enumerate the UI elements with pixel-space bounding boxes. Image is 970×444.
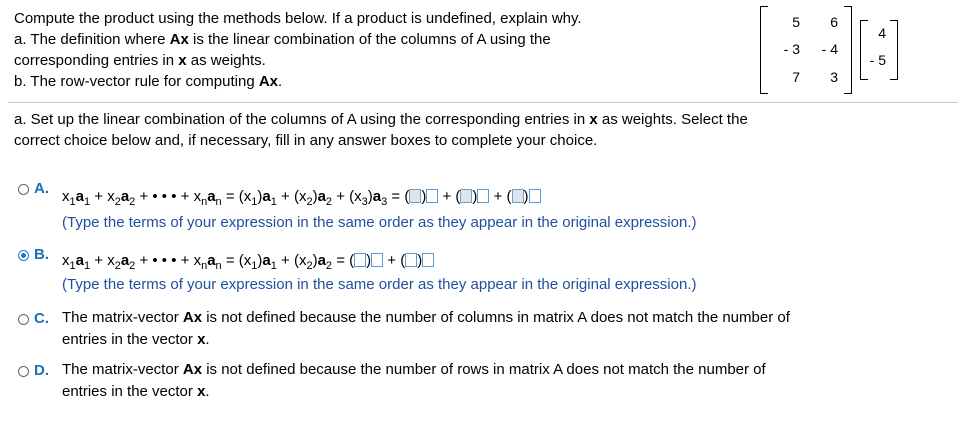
vector-cell: - 5 [869, 52, 886, 68]
answer-box-b1-vector[interactable] [371, 253, 384, 267]
option-b[interactable]: B. x1a1 + x2a2 + • • • + xnan = (x1)a1 +… [16, 244, 956, 300]
option-d-line-1: The matrix-vector Ax is not defined beca… [62, 361, 766, 378]
option-c-radio[interactable] [18, 314, 29, 325]
matrix-cell: - 4 [821, 41, 838, 57]
answer-box-a1-vector[interactable] [426, 189, 439, 203]
option-d-line-2: entries in the vector x. [62, 383, 210, 400]
part-a-instructions: a. Set up the linear combination of the … [14, 111, 748, 149]
answer-box-b1-scalar[interactable] [354, 253, 367, 267]
option-a-letter: A. [34, 180, 49, 197]
option-b-radio[interactable] [18, 250, 29, 261]
option-b-hint: (Type the terms of your expression in th… [62, 276, 697, 293]
option-b-letter: B. [34, 246, 49, 263]
matrix-cell: 7 [792, 69, 800, 85]
matrix-left-bracket [760, 6, 768, 94]
option-a[interactable]: A. x1a1 + x2a2 + • • • + xnan = (x1)a1 +… [16, 180, 956, 236]
question-line-1: Compute the product using the methods be… [14, 10, 582, 27]
option-c-letter: C. [34, 310, 49, 327]
option-d-letter: D. [34, 362, 49, 379]
question-line-2: a. The definition where Ax is the linear… [14, 31, 551, 48]
option-a-expression: x1a1 + x2a2 + • • • + xnan = (x1)a1 + (x… [62, 188, 541, 208]
matrix-expression: 5 6 - 3 - 4 7 3 4 - 5 [760, 6, 960, 94]
question-line-4: b. The row-vector rule for computing Ax. [14, 73, 283, 90]
option-a-radio[interactable] [18, 184, 29, 195]
answer-box-a3-scalar[interactable] [511, 189, 524, 203]
option-c[interactable]: C. The matrix-vector Ax is not defined b… [16, 309, 956, 353]
matrix-cell: - 3 [783, 41, 800, 57]
answer-box-a1-scalar[interactable] [409, 189, 422, 203]
option-c-line-2: entries in the vector x. [62, 331, 210, 348]
matrix-cell: 6 [830, 14, 838, 30]
question-text: Compute the product using the methods be… [14, 8, 734, 92]
divider [8, 102, 958, 103]
answer-box-a3-vector[interactable] [528, 189, 541, 203]
answer-box-a2-scalar[interactable] [460, 189, 473, 203]
matrix-cell: 5 [792, 14, 800, 30]
vector-right-bracket [890, 20, 898, 80]
vector-cell: 4 [878, 25, 886, 41]
option-a-hint: (Type the terms of your expression in th… [62, 214, 697, 231]
option-b-expression: x1a1 + x2a2 + • • • + xnan = (x1)a1 + (x… [62, 252, 435, 272]
answer-box-b2-vector[interactable] [422, 253, 435, 267]
answer-box-a2-vector[interactable] [477, 189, 490, 203]
option-d[interactable]: D. The matrix-vector Ax is not defined b… [16, 361, 956, 405]
matrix-cell: 3 [830, 69, 838, 85]
question-line-3: corresponding entries in x as weights. [14, 52, 266, 69]
answer-box-b2-scalar[interactable] [405, 253, 418, 267]
option-c-line-1: The matrix-vector Ax is not defined beca… [62, 309, 790, 326]
option-d-radio[interactable] [18, 366, 29, 377]
matrix-right-bracket [844, 6, 852, 94]
